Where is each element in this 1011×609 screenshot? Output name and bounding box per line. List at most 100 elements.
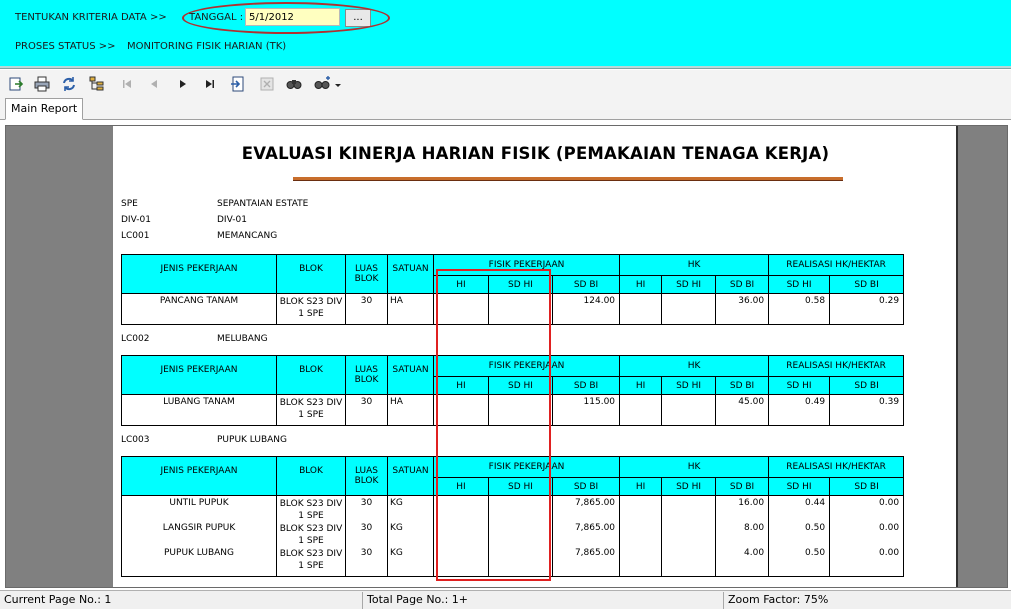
- col-header-luas-line2: BLOK: [354, 274, 379, 284]
- col-header-hk: HK: [619, 355, 770, 377]
- find-icon[interactable]: [285, 75, 303, 93]
- total-page-status: Total Page No.: 1+: [367, 593, 468, 606]
- tab-main-report[interactable]: Main Report: [5, 98, 84, 120]
- first-page-icon[interactable]: [118, 75, 136, 93]
- info-value: MEMANCANG: [217, 231, 278, 241]
- report-viewport[interactable]: EVALUASI KINERJA HARIAN FISIK (PEMAKAIAN…: [5, 125, 1008, 588]
- cell-blok-line2: 1 SPE: [298, 309, 324, 319]
- cell-jenis: UNTIL PUPUK LANGSIR PUPUK PUPUK LUBANG: [121, 495, 277, 577]
- col-header-sdhi: SD HI: [661, 477, 717, 496]
- cell-hk-sdbi: 36.00: [715, 293, 770, 325]
- cell-hk-sdhi: [661, 293, 717, 325]
- cell-hk-hi-item: [620, 498, 657, 523]
- col-header-hi: HI: [619, 376, 663, 395]
- cell-hk-sdhi: [661, 394, 717, 426]
- col-header-satuan: SATUAN: [387, 254, 434, 294]
- col-header-hi: HI: [619, 477, 663, 496]
- info-code: SPE: [121, 199, 138, 209]
- cell-real-sdhi-item: 0.50: [805, 523, 826, 533]
- cell-luas-item: 30: [360, 498, 373, 508]
- section-code: LC002: [121, 334, 150, 344]
- cell-blok-line1: BLOK S23 DIV: [279, 297, 343, 307]
- cell-hk-hi-item: [620, 548, 657, 573]
- group-tree-icon[interactable]: [88, 75, 106, 93]
- cell-luas: 30 30 30: [345, 495, 388, 577]
- cell-real-sdbi: 0.00 0.00 0.00: [829, 495, 905, 577]
- cell-blok-line2: 1 SPE: [298, 536, 324, 546]
- goto-page-icon[interactable]: [229, 75, 247, 93]
- cell-fisik-sdbi-item: 7,865.00: [574, 523, 616, 533]
- highlight-box: [436, 269, 551, 581]
- col-header-luas: LUAS BLOK: [345, 456, 388, 496]
- cell-hk-sdbi: 45.00: [715, 394, 770, 426]
- report-title: EVALUASI KINERJA HARIAN FISIK (PEMAKAIAN…: [241, 144, 830, 163]
- cell-blok: BLOK S23 DIV 1 SPE: [276, 394, 346, 426]
- cell-jenis-item: PUPUK LUBANG: [164, 548, 234, 558]
- col-header-luas-line1: LUAS: [354, 466, 379, 476]
- col-header-sdbi: SD BI: [551, 376, 621, 395]
- cell-real-sdhi-item: 0.50: [805, 548, 826, 558]
- cell-blok: BLOK S23 DIV 1 SPE: [276, 293, 346, 325]
- cell-jenis: LUBANG TANAM: [121, 394, 277, 426]
- cell-real-sdhi: 0.44 0.50 0.50: [768, 495, 831, 577]
- cell-real-sdbi-item: 0.00: [879, 523, 900, 533]
- cell-hk-hi: [619, 293, 663, 325]
- col-header-blok: BLOK: [276, 456, 346, 496]
- zoom-factor-status: Zoom Factor: 75%: [728, 593, 829, 606]
- col-header-sdbi: SD BI: [829, 275, 905, 294]
- col-header-satuan: SATUAN: [387, 456, 434, 496]
- cell-hk-sdbi-item: 4.00: [744, 548, 765, 558]
- print-icon[interactable]: [33, 75, 51, 93]
- cell-blok-line2: 1 SPE: [298, 410, 324, 420]
- info-code: DIV-01: [121, 215, 151, 225]
- col-header-sdbi: SD BI: [551, 477, 621, 496]
- cell-blok-line1: BLOK S23 DIV: [279, 398, 343, 408]
- cell-hk-hi: [619, 495, 663, 577]
- col-header-sdhi: SD HI: [661, 275, 717, 294]
- col-header-sdbi: SD BI: [551, 275, 621, 294]
- cell-blok-line1: BLOK S23 DIV: [279, 499, 343, 509]
- refresh-icon[interactable]: [60, 75, 78, 93]
- col-header-sdhi: SD HI: [768, 275, 831, 294]
- cell-luas-item: 30: [360, 523, 373, 533]
- col-header-hi: HI: [619, 275, 663, 294]
- cell-jenis: PANCANG TANAM: [121, 293, 277, 325]
- section-name: MELUBANG: [217, 334, 268, 344]
- previous-page-icon[interactable]: [145, 75, 163, 93]
- process-status-value[interactable]: MONITORING FISIK HARIAN (TK): [127, 41, 286, 52]
- col-header-blok: BLOK: [276, 254, 346, 294]
- cell-hk-sdhi: [661, 495, 717, 577]
- export-icon[interactable]: [7, 75, 25, 93]
- next-page-icon[interactable]: [174, 75, 192, 93]
- cell-blok-line1: BLOK S23 DIV: [279, 549, 343, 559]
- col-header-jenis: JENIS PEKERJAAN: [121, 254, 277, 294]
- cell-hk-sdhi-item: [662, 548, 711, 573]
- col-header-luas: LUAS BLOK: [345, 355, 388, 395]
- stop-icon[interactable]: [258, 75, 276, 93]
- cell-blok-line2: 1 SPE: [298, 561, 324, 571]
- cell-real-sdhi-item: 0.44: [805, 498, 826, 508]
- cell-real-sdbi: 0.29: [829, 293, 905, 325]
- col-header-jenis: JENIS PEKERJAAN: [121, 456, 277, 496]
- col-header-luas-line1: LUAS: [354, 365, 379, 375]
- title-underline: [293, 177, 843, 181]
- col-header-sdbi: SD BI: [715, 477, 770, 496]
- cell-fisik-sdbi-item: 7,865.00: [574, 498, 616, 508]
- col-header-hk: HK: [619, 254, 770, 276]
- cell-fisik-sdbi-item: 7,865.00: [574, 548, 616, 558]
- col-header-luas-line2: BLOK: [354, 375, 379, 385]
- cell-satuan-item: KG: [390, 523, 403, 533]
- cell-satuan: KG KG KG: [387, 495, 434, 577]
- col-header-jenis: JENIS PEKERJAAN: [121, 355, 277, 395]
- cell-real-sdhi: 0.58: [768, 293, 831, 325]
- zoom-icon[interactable]: [313, 75, 343, 93]
- col-header-luas-line1: LUAS: [354, 264, 379, 274]
- col-header-sdbi: SD BI: [829, 376, 905, 395]
- cell-hk-sdhi-item: [662, 498, 711, 523]
- cell-satuan-item: KG: [390, 498, 403, 508]
- last-page-icon[interactable]: [201, 75, 219, 93]
- cell-hk-hi-item: [620, 523, 657, 548]
- cell-fisik-sdbi: 115.00: [551, 394, 621, 426]
- cell-jenis-item: LANGSIR PUPUK: [162, 523, 236, 533]
- status-bar: Current Page No.: 1 Total Page No.: 1+ Z…: [0, 590, 1011, 609]
